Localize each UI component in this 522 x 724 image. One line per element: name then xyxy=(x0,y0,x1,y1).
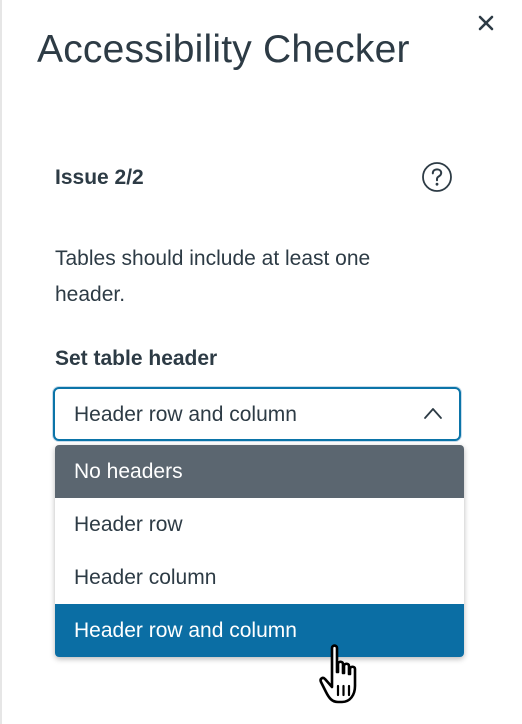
hand-pointer-cursor-icon xyxy=(319,644,357,704)
accessibility-checker-panel: Accessibility Checker Issue 2/2 Tables s… xyxy=(0,0,522,724)
panel-title: Accessibility Checker xyxy=(37,28,410,71)
close-button[interactable] xyxy=(473,10,499,36)
option-header-row[interactable]: Header row xyxy=(55,498,464,551)
help-button[interactable] xyxy=(421,161,453,193)
issue-description: Tables should include at least one heade… xyxy=(55,247,371,306)
chevron-up-icon xyxy=(424,408,442,419)
table-header-select[interactable]: Header row and column xyxy=(53,387,461,441)
table-header-options-list: No headers Header row Header column Head… xyxy=(55,445,464,657)
table-header-select-value: Header row and column xyxy=(74,403,297,426)
option-no-headers[interactable]: No headers xyxy=(55,445,464,498)
issue-counter: Issue 2/2 xyxy=(55,166,144,189)
panel-left-border xyxy=(0,0,2,724)
option-header-row-and-column[interactable]: Header row and column xyxy=(55,604,464,657)
question-circle-icon xyxy=(422,162,452,192)
option-header-column[interactable]: Header column xyxy=(55,551,464,604)
table-header-label: Set table header xyxy=(55,347,218,370)
close-icon xyxy=(478,15,494,31)
